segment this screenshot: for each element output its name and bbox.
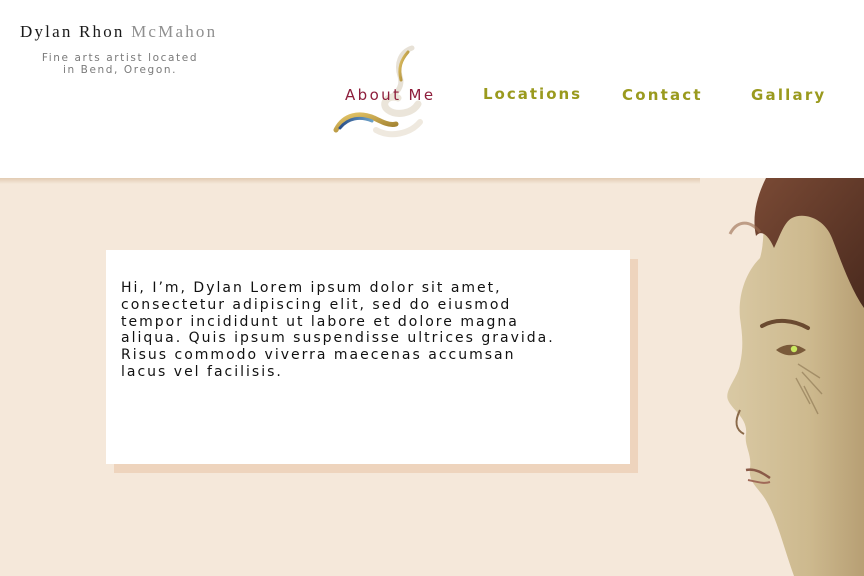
site-title[interactable]: Dylan Rhon McMahon (20, 22, 217, 42)
nav-locations[interactable]: Locations (483, 85, 582, 103)
tagline-line-2: in Bend, Oregon. (62, 64, 178, 76)
nav-contact[interactable]: Contact (622, 86, 703, 104)
site-tagline: Fine arts artist located in Bend, Oregon… (20, 52, 220, 76)
site-header: Dylan Rhon McMahon Fine arts artist loca… (0, 0, 864, 178)
nav-about-me[interactable]: About Me (345, 86, 436, 104)
tagline-line-1: Fine arts artist located (41, 52, 199, 64)
site-title-first: Dylan Rhon (20, 22, 125, 41)
intro-card: Hi, I’m, Dylan Lorem ipsum dolor sit ame… (106, 250, 630, 464)
intro-text: Hi, I’m, Dylan Lorem ipsum dolor sit ame… (121, 280, 555, 380)
nav-gallary[interactable]: Gallary (751, 86, 826, 104)
portrait-illustration (700, 178, 864, 576)
main-content: Hi, I’m, Dylan Lorem ipsum dolor sit ame… (0, 178, 864, 576)
site-title-last: McMahon (131, 22, 218, 41)
